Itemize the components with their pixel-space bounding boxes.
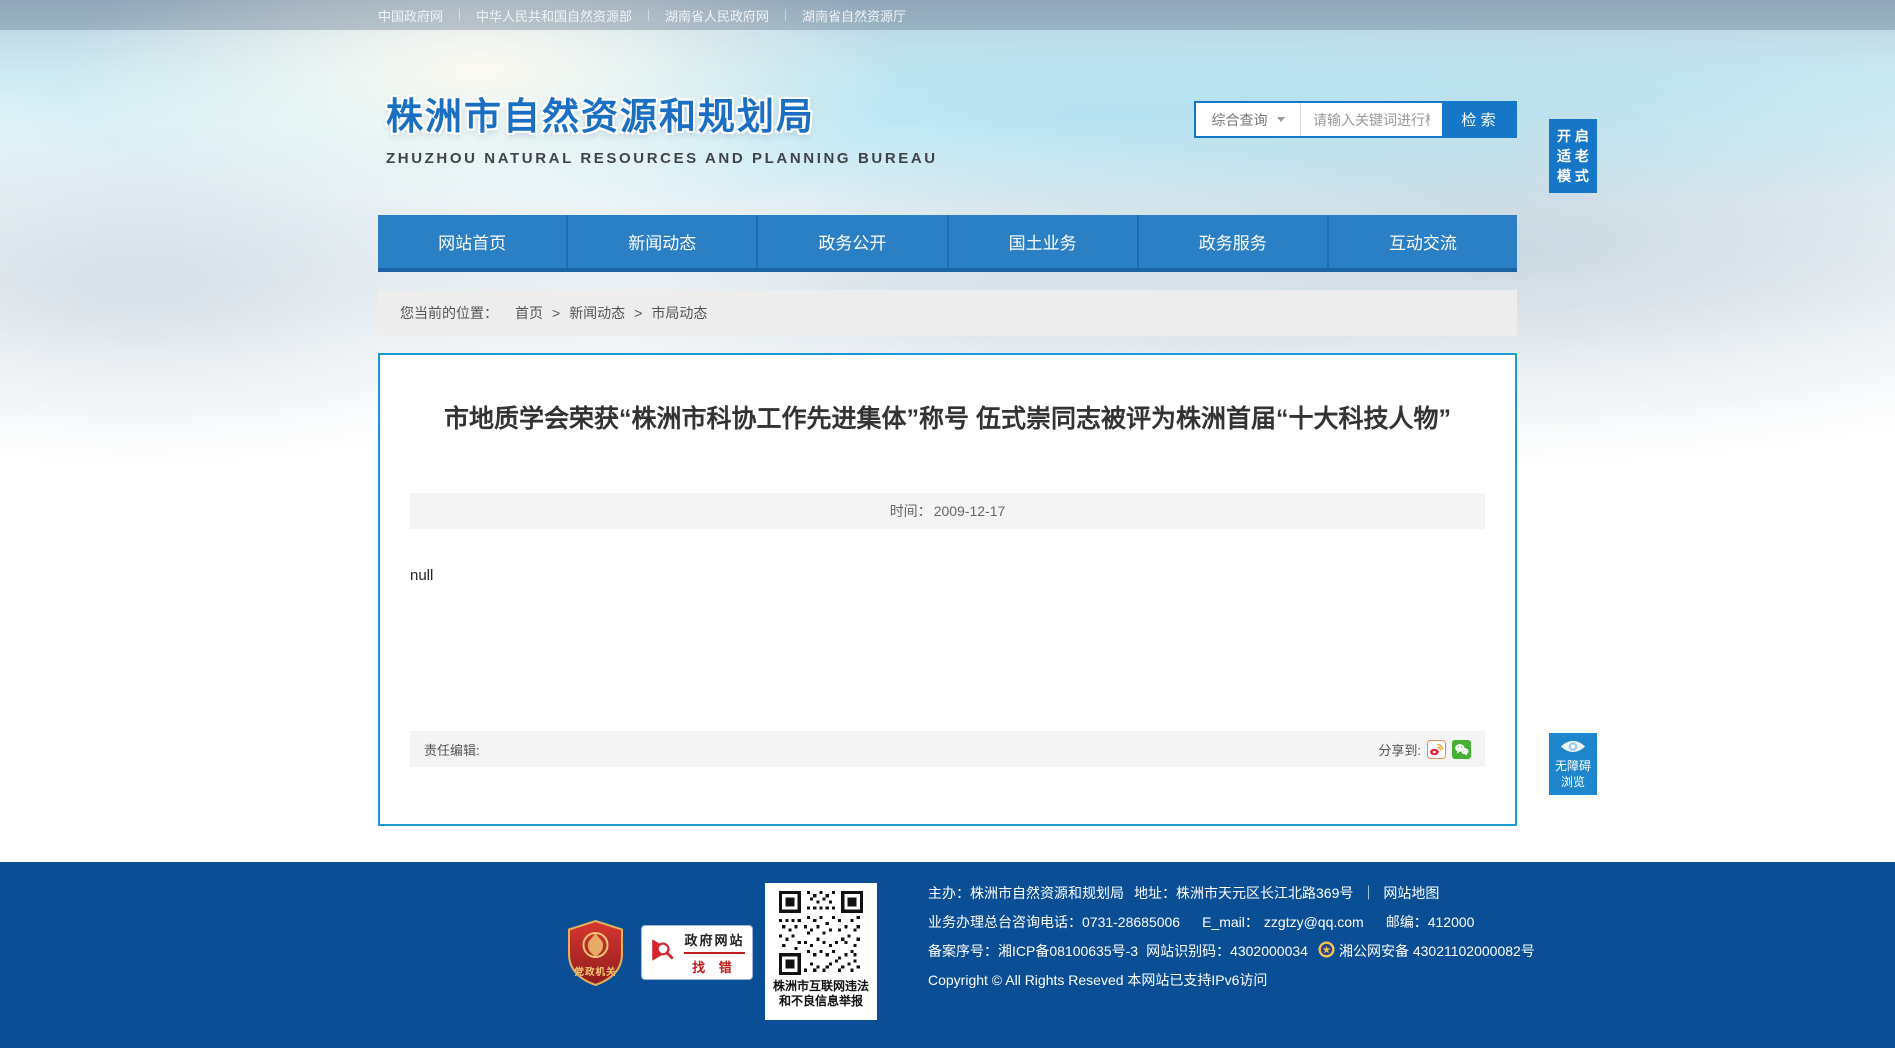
breadcrumb-home[interactable]: 首页	[515, 303, 543, 323]
breadcrumb-news[interactable]: 新闻动态	[569, 303, 625, 323]
footer-line-contact: 业务办理总台咨询电话： 0731-28685006 E_mail： zzgtzy…	[928, 907, 1535, 936]
accessibility-button[interactable]: 无障碍 浏览	[1549, 733, 1597, 795]
breadcrumb: 您当前的位置： 首页 > 新闻动态 > 市局动态	[378, 290, 1517, 336]
site-code-label: 网站识别码：	[1146, 942, 1231, 959]
eye-icon	[1559, 739, 1587, 758]
site-code-value: 4302000034	[1230, 942, 1308, 959]
footer-line-host: 主办： 株洲市自然资源和规划局 地址： 株洲市天元区长江北路369号 ｜ 网站地…	[928, 878, 1535, 907]
police-record-link[interactable]: 湘公网安备 43021102000082号	[1318, 940, 1535, 961]
copyright-text: Copyright © All Rights Reseved 本网站已支持IPv…	[928, 971, 1268, 988]
phone-value: 0731-28685006	[1082, 913, 1181, 930]
website-error-report-badge[interactable]: 政府网站 找 错	[641, 925, 753, 980]
article-body: null	[410, 567, 434, 584]
wechat-share-icon[interactable]	[1452, 739, 1471, 759]
search-box: 综合查询 检 索	[1194, 101, 1517, 138]
topbar-link-hunan-gov[interactable]: 湖南省人民政府网	[665, 6, 769, 25]
page: 中国政府网 中华人民共和国自然资源部 湖南省人民政府网 湖南省自然资源厅 株洲市…	[0, 0, 1895, 1048]
search-category-select[interactable]: 综合查询	[1196, 103, 1301, 136]
icp-label: 备案序号：	[928, 942, 998, 959]
qr-caption-line2: 和不良信息举报	[778, 994, 863, 1008]
topbar-link-gov-cn[interactable]: 中国政府网	[378, 6, 443, 25]
share-block: 分享到:	[1378, 739, 1471, 759]
elder-mode-line: 适 老	[1557, 148, 1589, 164]
svg-text:党政机关: 党政机关	[574, 966, 616, 978]
topbar-divider	[785, 9, 787, 21]
search-input[interactable]	[1301, 103, 1442, 136]
elder-mode-line: 模 式	[1557, 168, 1589, 184]
icp-link[interactable]: 湘ICP备08100635号-3	[998, 941, 1138, 961]
error-badge-text: 政府网站 找 错	[684, 930, 745, 976]
email-label: E_mail：	[1202, 913, 1259, 930]
sitemap-link[interactable]: 网站地图	[1383, 883, 1439, 903]
article-card: 市地质学会荣获“株洲市科协工作先进集体”称号 伍式崇同志被评为株洲首届“十大科技…	[378, 353, 1517, 826]
nav-item-land-business[interactable]: 国土业务	[949, 215, 1139, 268]
qr-caption: 株洲市互联网违法 和不良信息举报	[773, 979, 869, 1009]
host-value: 株洲市自然资源和规划局	[970, 884, 1124, 901]
footer-line-copyright: Copyright © All Rights Reseved 本网站已支持IPv…	[928, 965, 1535, 994]
time-label: 时间：	[889, 503, 932, 519]
error-badge-line1: 政府网站	[684, 930, 745, 954]
site-logo: 株洲市自然资源和规划局 ZHUZHOU NATURAL RESOURCES AN…	[386, 86, 938, 167]
topbar-link-mnr[interactable]: 中华人民共和国自然资源部	[476, 6, 632, 25]
accessibility-label-line: 浏览	[1560, 774, 1585, 789]
topbar-link-hunan-nr[interactable]: 湖南省自然资源厅	[802, 6, 906, 25]
breadcrumb-separator: >	[634, 305, 643, 321]
error-badge-line2: 找 错	[692, 959, 737, 975]
editor-bar: 责任编辑: 分享到:	[410, 731, 1485, 767]
chevron-down-icon	[1276, 117, 1285, 122]
postcode-label: 邮编：	[1385, 913, 1428, 930]
breadcrumb-separator: >	[552, 305, 561, 321]
footer-text-block: 主办： 株洲市自然资源和规划局 地址： 株洲市天元区长江北路369号 ｜ 网站地…	[928, 878, 1535, 994]
site-subtitle: ZHUZHOU NATURAL RESOURCES AND PLANNING B…	[386, 150, 938, 167]
topbar-divider	[459, 9, 461, 21]
qr-caption-line1: 株洲市互联网违法	[772, 979, 869, 993]
article-time-bar: 时间： 2009-12-17	[410, 493, 1485, 529]
party-gov-badge[interactable]: 党政机关	[567, 919, 624, 987]
nav-item-interaction[interactable]: 互动交流	[1329, 215, 1517, 268]
address-value: 株洲市天元区长江北路369号	[1176, 884, 1354, 901]
nav-item-news[interactable]: 新闻动态	[568, 215, 759, 268]
nav-item-home[interactable]: 网站首页	[378, 215, 569, 268]
accessibility-label-line: 无障碍	[1554, 758, 1591, 773]
topbar-divider	[648, 9, 650, 21]
qr-code-image	[776, 888, 866, 978]
police-record-text: 湘公网安备 43021102000082号	[1338, 942, 1535, 959]
share-label: 分享到:	[1378, 742, 1421, 758]
article-title: 市地质学会荣获“株洲市科协工作先进集体”称号 伍式崇同志被评为株洲首届“十大科技…	[444, 405, 1451, 433]
weibo-share-icon[interactable]	[1427, 739, 1446, 759]
footer: 党政机关 政府网站 找 错 株洲市互联网违法 和不良信息举报 主办： 株洲市自然…	[0, 862, 1895, 1048]
breadcrumb-bureau-news[interactable]: 市局动态	[651, 303, 707, 323]
editor-label: 责任编辑:	[424, 742, 480, 758]
magnifier-flag-icon	[649, 936, 677, 969]
time-value: 2009-12-17	[933, 503, 1006, 519]
footer-divider: ｜	[1361, 884, 1376, 901]
nav-item-gov-service[interactable]: 政务服务	[1139, 215, 1329, 268]
email-value: zzgtzy@qq.com	[1263, 913, 1364, 930]
elder-mode-button[interactable]: 开 启 适 老 模 式	[1549, 119, 1597, 193]
top-link-bar: 中国政府网 中华人民共和国自然资源部 湖南省人民政府网 湖南省自然资源厅	[0, 0, 1895, 30]
phone-label: 业务办理总台咨询电话：	[928, 913, 1082, 930]
report-qr-code: 株洲市互联网违法 和不良信息举报	[765, 883, 877, 1020]
footer-line-icp: 备案序号： 湘ICP备08100635号-3 网站识别码： 4302000034…	[928, 936, 1535, 965]
site-title: 株洲市自然资源和规划局	[386, 96, 815, 137]
host-label: 主办：	[928, 884, 970, 901]
address-label: 地址：	[1134, 884, 1176, 901]
police-badge-icon	[1318, 940, 1335, 961]
breadcrumb-label: 您当前的位置：	[400, 305, 498, 321]
search-button[interactable]: 检 索	[1442, 103, 1515, 136]
search-category-value: 综合查询	[1211, 111, 1268, 128]
postcode-value: 412000	[1427, 913, 1475, 930]
nav-item-gov-open[interactable]: 政务公开	[758, 215, 949, 268]
elder-mode-line: 开 启	[1557, 128, 1589, 144]
main-nav: 网站首页 新闻动态 政务公开 国土业务 政务服务 互动交流	[378, 215, 1517, 272]
